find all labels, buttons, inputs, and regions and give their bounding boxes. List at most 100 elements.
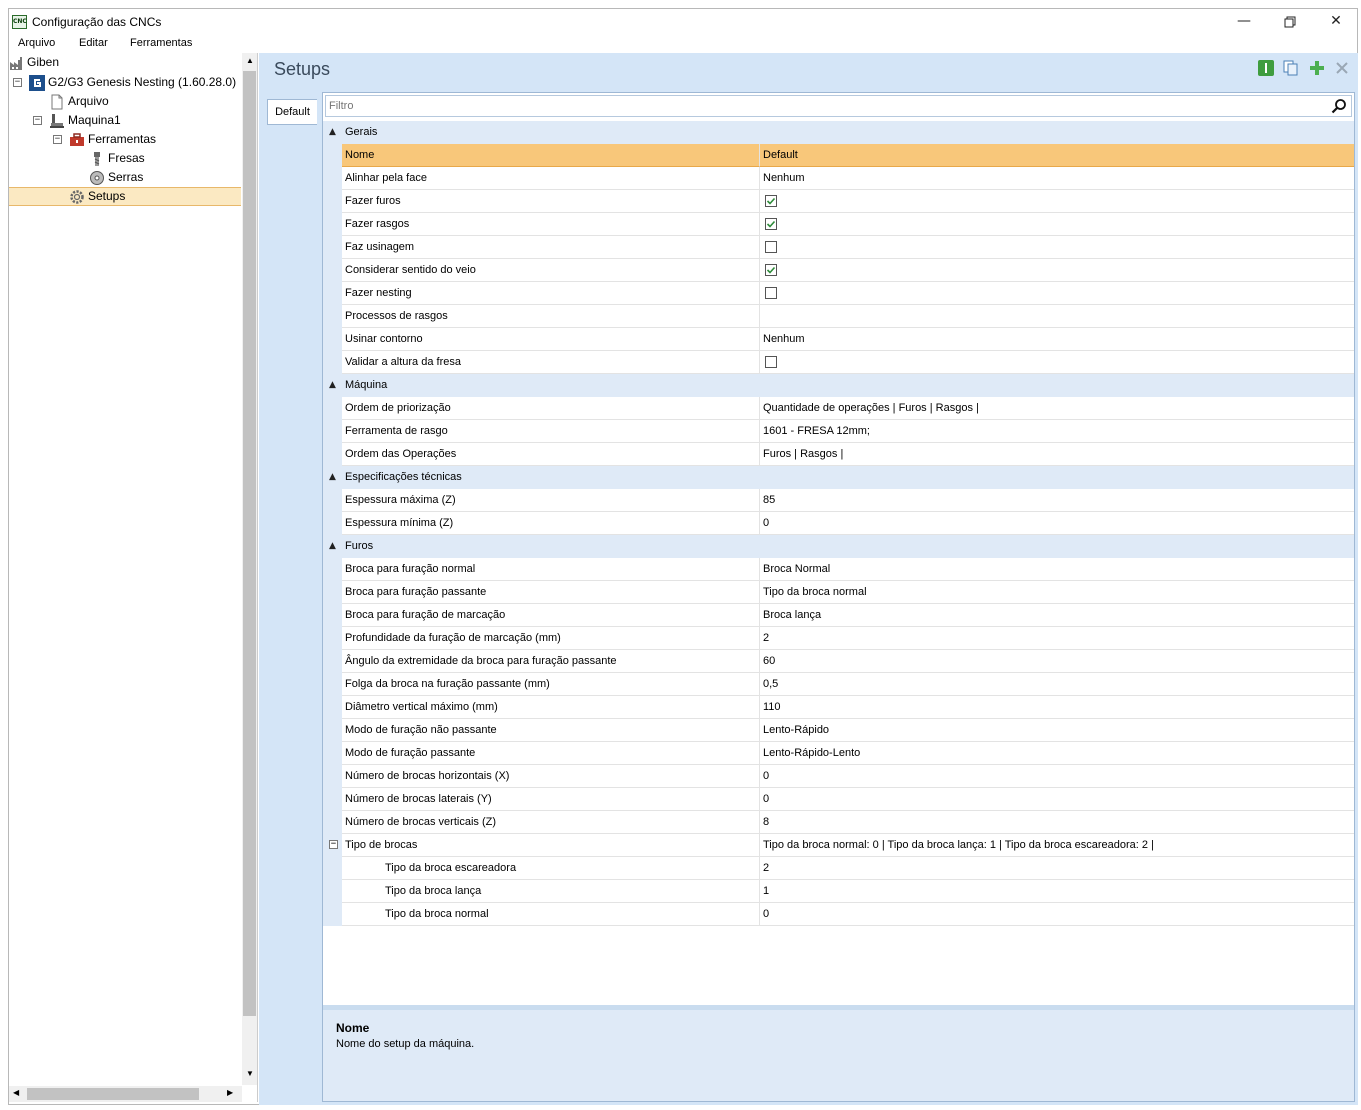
property-row[interactable]: Broca para furação de marcação Broca lanç… bbox=[323, 604, 1354, 627]
tree-node-fresas[interactable]: Fresas bbox=[9, 149, 241, 168]
property-row[interactable]: Broca para furação passante Tipo da broca… bbox=[323, 581, 1354, 604]
property-row[interactable]: Ângulo da extremidade da broca para fura… bbox=[323, 650, 1354, 673]
property-value[interactable]: Nenhum bbox=[760, 167, 1354, 190]
property-row[interactable]: Fazer rasgos bbox=[323, 213, 1354, 236]
tab-default[interactable]: Default bbox=[267, 99, 317, 125]
property-row[interactable]: Ordem das Operações Furos | Rasgos | bbox=[323, 443, 1354, 466]
collapse-icon[interactable]: − bbox=[33, 116, 42, 125]
delete-icon[interactable] bbox=[1334, 60, 1350, 76]
tree-vertical-scrollbar[interactable]: ▲ ▼ bbox=[242, 53, 257, 1085]
property-value[interactable]: Tipo da broca normal bbox=[760, 581, 1354, 604]
copy-icon[interactable] bbox=[1283, 60, 1299, 76]
tree-horizontal-scrollbar[interactable]: ◀ ▶ bbox=[9, 1086, 242, 1102]
scroll-down-icon[interactable]: ▼ bbox=[246, 1069, 254, 1078]
scroll-right-icon[interactable]: ▶ bbox=[227, 1088, 233, 1097]
property-value[interactable] bbox=[760, 282, 1354, 305]
property-row[interactable]: − Tipo de brocas Tipo da broca normal: 0 |… bbox=[323, 834, 1354, 857]
property-value[interactable]: 2 bbox=[760, 627, 1354, 650]
property-value[interactable] bbox=[760, 213, 1354, 236]
property-row[interactable]: Folga da broca na furação passante (mm) 0… bbox=[323, 673, 1354, 696]
category-row-gerais[interactable]: ▲ Gerais bbox=[323, 121, 1354, 144]
scroll-up-icon[interactable]: ▲ bbox=[246, 56, 254, 65]
property-value[interactable] bbox=[760, 305, 1354, 328]
property-value[interactable]: 8 bbox=[760, 811, 1354, 834]
property-value[interactable]: 0 bbox=[760, 903, 1354, 926]
property-row[interactable]: Broca para furação normal Broca Normal bbox=[323, 558, 1354, 581]
menu-editar[interactable]: Editar bbox=[79, 37, 108, 49]
tree-node-serras[interactable]: Serras bbox=[9, 168, 241, 187]
collapse-icon[interactable]: − bbox=[13, 78, 22, 87]
property-row[interactable]: Modo de furação não passante Lento-Rápido bbox=[323, 719, 1354, 742]
tree-node-maquina1[interactable]: − Maquina1 bbox=[9, 111, 241, 130]
property-value[interactable]: Furos | Rasgos | bbox=[760, 443, 1354, 466]
property-value[interactable]: Nenhum bbox=[760, 328, 1354, 351]
property-row[interactable]: Modo de furação passante Lento-Rápido-Len… bbox=[323, 742, 1354, 765]
info-icon[interactable] bbox=[1258, 60, 1274, 76]
property-row[interactable]: Processos de rasgos bbox=[323, 305, 1354, 328]
property-value[interactable]: 1601 - FRESA 12mm; bbox=[760, 420, 1354, 443]
checked-checkbox[interactable] bbox=[765, 195, 777, 207]
minimize-button[interactable]: — bbox=[1221, 9, 1267, 35]
property-value[interactable]: Broca Normal bbox=[760, 558, 1354, 581]
tree-node-ferramentas[interactable]: − Ferramentas bbox=[9, 130, 241, 149]
property-row[interactable]: Alinhar pela face Nenhum bbox=[323, 167, 1354, 190]
property-value[interactable] bbox=[760, 259, 1354, 282]
property-row[interactable]: Ferramenta de rasgo 1601 - FRESA 12mm; bbox=[323, 420, 1354, 443]
property-value[interactable]: 0,5 bbox=[760, 673, 1354, 696]
property-row[interactable]: Fazer furos bbox=[323, 190, 1354, 213]
category-row-especificacoes[interactable]: ▲ Especificações técnicas bbox=[323, 466, 1354, 489]
property-value[interactable] bbox=[760, 351, 1354, 374]
property-value[interactable]: 0 bbox=[760, 765, 1354, 788]
property-value[interactable]: 110 bbox=[760, 696, 1354, 719]
collapse-icon[interactable]: ▲ bbox=[329, 540, 339, 552]
property-value[interactable]: Lento-Rápido-Lento bbox=[760, 742, 1354, 765]
filter-input[interactable] bbox=[329, 98, 1319, 114]
property-value[interactable] bbox=[760, 190, 1354, 213]
property-row[interactable]: Espessura mínima (Z) 0 bbox=[323, 512, 1354, 535]
property-value[interactable]: 2 bbox=[760, 857, 1354, 880]
property-value[interactable]: Tipo da broca normal: 0 | Tipo da broca … bbox=[760, 834, 1354, 857]
collapse-icon[interactable]: ▲ bbox=[329, 126, 339, 138]
property-value[interactable] bbox=[760, 236, 1354, 259]
tree-node-giben[interactable]: Giben bbox=[9, 53, 241, 72]
property-value[interactable]: Lento-Rápido bbox=[760, 719, 1354, 742]
menu-arquivo[interactable]: Arquivo bbox=[18, 37, 55, 49]
checked-checkbox[interactable] bbox=[765, 218, 777, 230]
property-row[interactable]: Espessura máxima (Z) 85 bbox=[323, 489, 1354, 512]
collapse-icon[interactable]: ▲ bbox=[329, 471, 339, 483]
add-icon[interactable] bbox=[1309, 60, 1325, 76]
property-value[interactable]: 0 bbox=[760, 512, 1354, 535]
collapse-icon[interactable]: − bbox=[53, 135, 62, 144]
property-row[interactable]: Considerar sentido do veio bbox=[323, 259, 1354, 282]
property-row[interactable]: Ordem de priorização Quantidade de operaç… bbox=[323, 397, 1354, 420]
tree-node-setups[interactable]: Setups bbox=[9, 187, 241, 206]
category-row-maquina[interactable]: ▲ Máquina bbox=[323, 374, 1354, 397]
property-value[interactable]: 1 bbox=[760, 880, 1354, 903]
maximize-button[interactable] bbox=[1267, 9, 1313, 35]
property-row[interactable]: Número de brocas horizontais (X) 0 bbox=[323, 765, 1354, 788]
property-row[interactable]: Faz usinagem bbox=[323, 236, 1354, 259]
property-row[interactable]: Diâmetro vertical máximo (mm) 110 bbox=[323, 696, 1354, 719]
unchecked-checkbox[interactable] bbox=[765, 287, 777, 299]
collapse-icon[interactable]: ▲ bbox=[329, 379, 339, 391]
property-value[interactable]: Broca lança bbox=[760, 604, 1354, 627]
unchecked-checkbox[interactable] bbox=[765, 241, 777, 253]
menu-ferramentas[interactable]: Ferramentas bbox=[130, 37, 192, 49]
tree-horizontal-scroll-thumb[interactable] bbox=[27, 1088, 199, 1100]
property-row[interactable]: Tipo da broca normal 0 bbox=[323, 903, 1354, 926]
collapse-icon[interactable]: − bbox=[329, 840, 338, 849]
property-value[interactable]: 0 bbox=[760, 788, 1354, 811]
property-row[interactable]: Fazer nesting bbox=[323, 282, 1354, 305]
property-row[interactable]: Profundidade da furação de marcação (mm)… bbox=[323, 627, 1354, 650]
property-row[interactable]: Número de brocas verticais (Z) 8 bbox=[323, 811, 1354, 834]
tree-vertical-scroll-thumb[interactable] bbox=[243, 71, 256, 1016]
tree-node-app[interactable]: − G2/G3 Genesis Nesting (1.60.28.0) bbox=[9, 73, 241, 92]
property-value[interactable]: 60 bbox=[760, 650, 1354, 673]
category-row-furos[interactable]: ▲ Furos bbox=[323, 535, 1354, 558]
property-row[interactable]: Tipo da broca lança 1 bbox=[323, 880, 1354, 903]
property-row[interactable]: Validar a altura da fresa bbox=[323, 351, 1354, 374]
grid-header-row[interactable]: Nome Default bbox=[323, 144, 1354, 167]
close-button[interactable]: ✕ bbox=[1313, 9, 1359, 35]
checked-checkbox[interactable] bbox=[765, 264, 777, 276]
scroll-left-icon[interactable]: ◀ bbox=[13, 1088, 19, 1097]
